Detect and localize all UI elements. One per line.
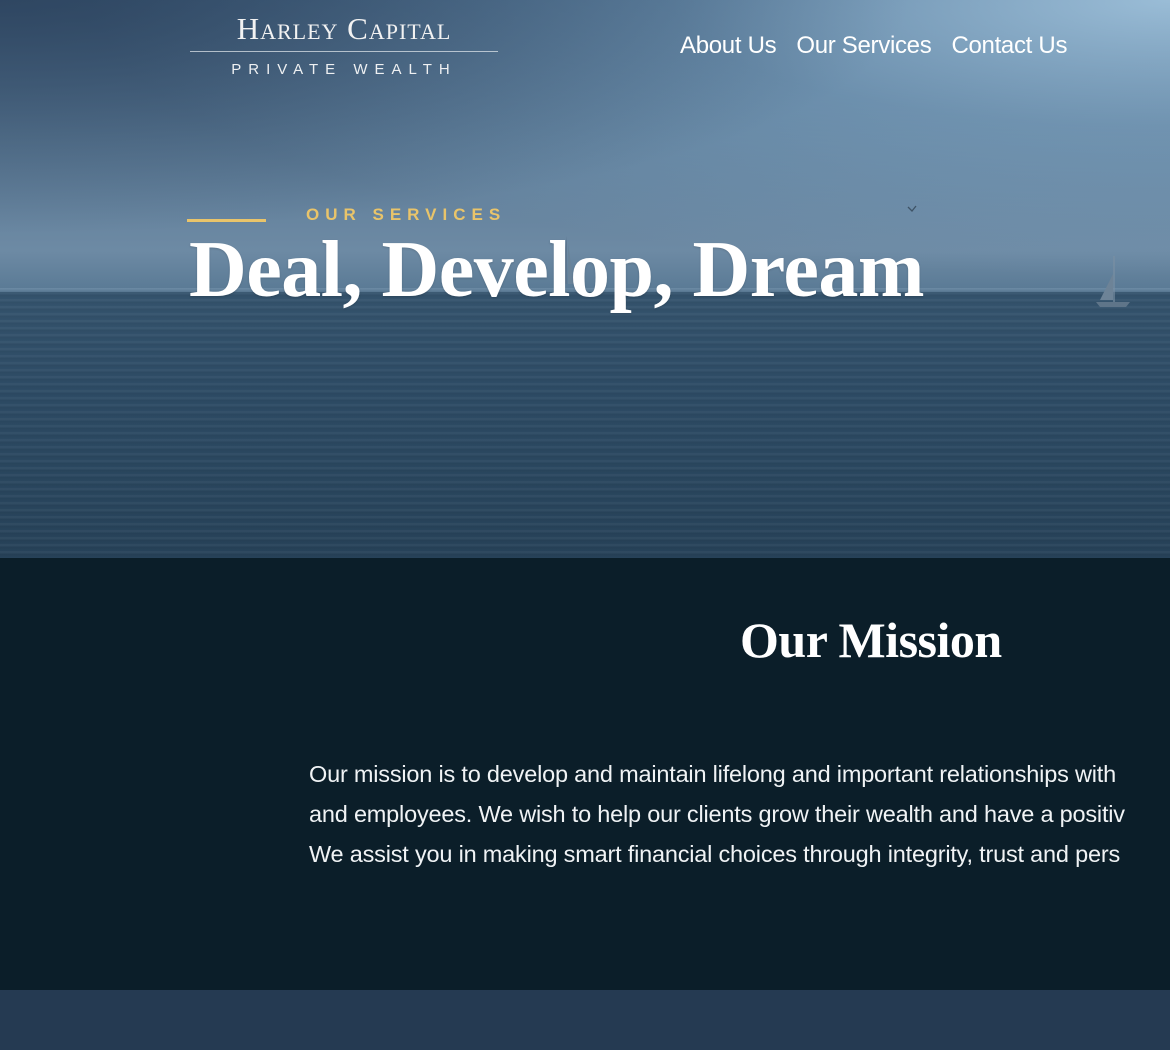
mission-text: Our mission is to develop and maintain l… [309, 754, 1170, 874]
footer-band [0, 990, 1170, 1050]
mission-line: We assist you in making smart financial … [309, 841, 1121, 867]
nav-link-our-services[interactable]: Our Services [796, 30, 931, 62]
mission-line: Our mission is to develop and maintain l… [309, 761, 1116, 787]
logo-divider [190, 51, 498, 52]
hero-title: Deal, Develop, Dream [189, 226, 925, 314]
logo-subtitle: PRIVATE WEALTH [231, 61, 457, 78]
mission-title: Our Mission [740, 612, 1002, 668]
sea-background [0, 292, 1170, 558]
bird-icon [907, 205, 917, 212]
nav-link-contact-us[interactable]: Contact Us [951, 30, 1067, 62]
logo-title: Harley Capital [236, 11, 452, 46]
main-nav: About Us Our Services Contact Us [680, 30, 1067, 62]
logo[interactable]: Harley Capital PRIVATE WEALTH [190, 12, 498, 82]
sailboat-icon [1096, 256, 1130, 307]
nav-link-about-us[interactable]: About Us [680, 30, 777, 62]
mission-line: and employees. We wish to help our clien… [309, 801, 1125, 827]
mission-section: Our Mission Our mission is to develop an… [0, 558, 1170, 990]
